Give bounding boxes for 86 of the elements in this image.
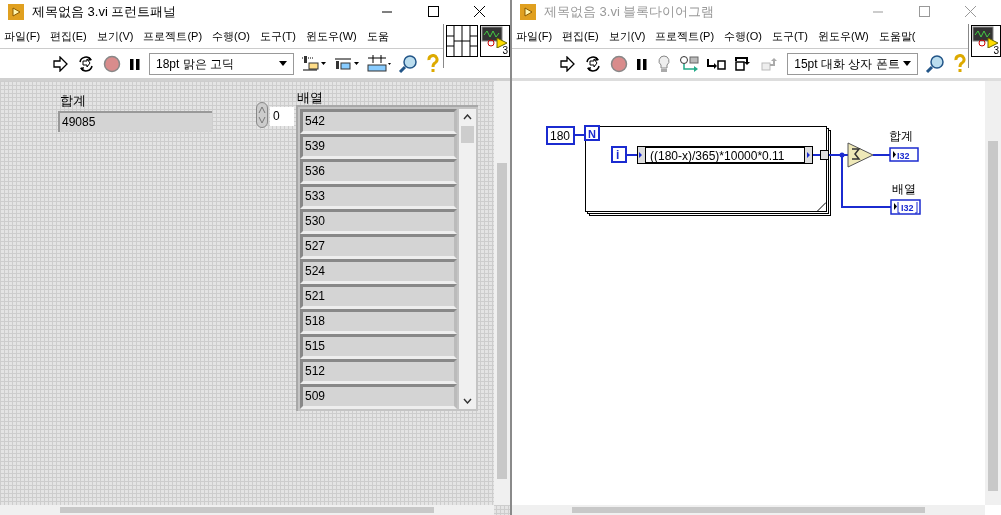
- pause-icon[interactable]: [635, 56, 650, 71]
- iteration-terminal: i: [611, 146, 627, 163]
- probe-icon[interactable]: [679, 54, 700, 73]
- menu-item[interactable]: 도움말(: [878, 27, 916, 45]
- menu-item[interactable]: 편집(E): [562, 27, 599, 45]
- wire: [625, 154, 638, 156]
- array-element: 512: [300, 359, 458, 384]
- scrollbar-thumb[interactable]: [461, 126, 474, 143]
- menu-item[interactable]: 수행(O): [724, 27, 762, 45]
- indicator-label: 합계: [60, 92, 86, 110]
- align-objects-icon[interactable]: [301, 54, 327, 73]
- array-label: 배열: [297, 89, 323, 107]
- window-title: 제목없음 3.vi 프런트패널: [32, 3, 177, 22]
- pause-icon[interactable]: [128, 56, 142, 71]
- icon-number: 3: [502, 46, 508, 56]
- vertical-scrollbar[interactable]: [985, 81, 1001, 505]
- scrollbar-thumb[interactable]: [60, 507, 434, 513]
- menu-item[interactable]: 보기(V): [608, 27, 646, 45]
- light-bulb-icon[interactable]: [656, 54, 673, 73]
- add-array-elements-node: [847, 142, 874, 168]
- scrollbar-thumb[interactable]: [988, 141, 998, 491]
- array-element: 536: [300, 159, 458, 184]
- horizontal-scrollbar[interactable]: [0, 505, 494, 515]
- window-title: 제목없음 3.vi 블록다이어그램: [544, 3, 715, 22]
- indicator-label: 합계: [889, 129, 913, 143]
- vi-icon[interactable]: 3: [971, 25, 1001, 57]
- font-dropdown[interactable]: 18pt 맑은 고딕: [149, 52, 294, 75]
- wire-junction: [839, 152, 845, 158]
- run-continuously-icon[interactable]: [76, 54, 96, 73]
- numeric-constant: 180: [546, 126, 575, 145]
- array-element: 533: [300, 184, 458, 209]
- formula-node: ((180-x)/365)*10000*0.11: [637, 146, 813, 164]
- menu-item[interactable]: 보기(V): [96, 27, 134, 45]
- numeric-indicator: 49085: [58, 111, 212, 132]
- index-spinner-icon[interactable]: [256, 102, 268, 128]
- vi-icon[interactable]: 3: [480, 25, 510, 57]
- array-element: 509: [300, 384, 458, 409]
- menu-item[interactable]: 프로젝트(P): [655, 27, 715, 45]
- menu-item[interactable]: 수행(O): [212, 27, 250, 45]
- menu-item[interactable]: 프로젝트(P): [143, 27, 203, 45]
- vertical-scrollbar[interactable]: [494, 81, 510, 505]
- scrollbar-thumb[interactable]: [572, 507, 925, 513]
- icon-number: 3: [993, 46, 999, 56]
- menu-item[interactable]: 윈도우(W): [818, 27, 869, 45]
- array-element: 530: [300, 209, 458, 234]
- run-arrow-icon[interactable]: [51, 55, 69, 72]
- scroll-down-icon[interactable]: [463, 398, 473, 404]
- count-terminal: N: [584, 125, 600, 141]
- scroll-up-icon[interactable]: [463, 114, 473, 120]
- labview-logo-icon: [520, 4, 536, 20]
- search-icon[interactable]: [398, 53, 418, 74]
- menu-item[interactable]: 편집(E): [50, 27, 87, 45]
- numeric-terminal: I32: [889, 147, 919, 162]
- search-icon[interactable]: [925, 53, 945, 74]
- array-label: 배열: [892, 182, 916, 196]
- caret-icon[interactable]: [279, 60, 287, 67]
- menu-item[interactable]: 도구(T): [771, 27, 808, 45]
- menu-item[interactable]: 파일(F): [4, 27, 41, 45]
- array-element: 524: [300, 259, 458, 284]
- scrollbar-thumb[interactable]: [497, 163, 507, 479]
- resize-objects-icon[interactable]: [367, 54, 391, 73]
- array-element: 542: [300, 109, 458, 134]
- loop-tunnel: [820, 150, 829, 160]
- index-field[interactable]: 0: [270, 107, 294, 126]
- array-element: 521: [300, 284, 458, 309]
- run-arrow-icon[interactable]: [558, 55, 577, 72]
- stop-icon[interactable]: [103, 54, 121, 73]
- array-terminal: I32: [890, 199, 921, 215]
- menu-item[interactable]: 도구(T): [259, 27, 296, 45]
- caret-icon[interactable]: [903, 60, 911, 67]
- menu-item[interactable]: 도움: [366, 27, 389, 45]
- menu-item[interactable]: 파일(F): [516, 27, 553, 45]
- connector-pane-icon[interactable]: [446, 25, 478, 57]
- array-element: 527: [300, 234, 458, 259]
- labview-logo-icon: [8, 4, 24, 20]
- array-element: 518: [300, 309, 458, 334]
- stop-icon[interactable]: [610, 54, 629, 73]
- array-element: 539: [300, 134, 458, 159]
- wire: [573, 134, 585, 136]
- menu-item[interactable]: 윈도우(W): [306, 27, 357, 45]
- close-icon[interactable]: [471, 4, 487, 20]
- array-scrollbar[interactable]: [459, 109, 476, 409]
- array-element: 515: [300, 334, 458, 359]
- horizontal-scrollbar[interactable]: [512, 505, 985, 515]
- maximize-icon[interactable]: [425, 4, 441, 20]
- font-dropdown[interactable]: 15pt 대화 상자 폰트: [787, 52, 918, 75]
